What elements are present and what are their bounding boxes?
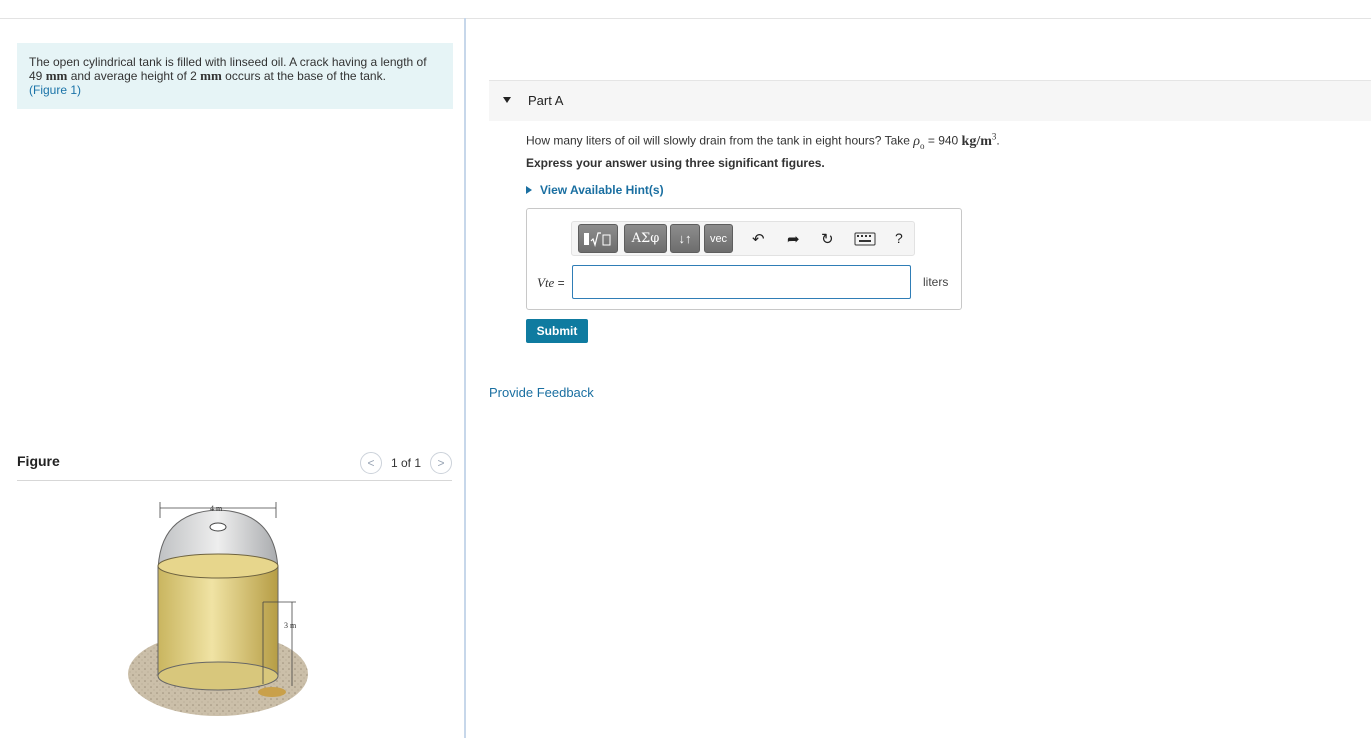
templates-button[interactable] [578,224,618,253]
answer-variable: Vte = [537,275,565,291]
problem-statement: The open cylindrical tank is filled with… [17,43,453,109]
answer-input[interactable] [572,265,911,299]
chevron-right-icon[interactable]: > [430,452,452,474]
answer-instruction: Express your answer using three signific… [526,156,825,170]
unit-mm: mm [200,68,222,83]
redo-icon[interactable]: ➦ [787,230,800,248]
rho-units: kg/m3 [961,131,997,149]
submit-button[interactable]: Submit [526,319,588,343]
chevron-left-icon[interactable]: < [359,452,382,474]
problem-height-text: and average height of 2 [67,69,201,83]
part-a-header[interactable]: Part A [489,80,1371,121]
problem-line-1: The open cylindrical tank is filled with… [29,55,427,69]
question-text: How many liters of oil will slowly drain… [526,131,1000,150]
rho-symbol: ρo [913,133,925,151]
hint-label: View Available Hint(s) [540,183,664,197]
figure-title: Figure [17,453,60,469]
tank-figure: 4 m 3 m [128,502,308,716]
figure-link[interactable]: (Figure 1) [29,83,81,97]
templates-icon [584,231,611,247]
dimension-height: 3 m [284,621,297,630]
answer-box: ΑΣφ ↓↑ vec ↶ ➦ ↻ ? Vte = liters [526,208,962,310]
equals-sign: = [554,276,565,290]
variable-symbol: Vte [537,275,555,290]
panel-divider [464,18,466,738]
part-title: Part A [528,93,564,108]
keyboard-icon[interactable] [854,232,876,246]
question-prefix: How many liters of oil will slowly drain… [526,133,914,148]
figure-header: Figure < 1 of 1 > [17,450,452,481]
rho-value: = 940 [924,133,962,148]
unit-mm: mm [45,68,68,83]
reset-icon[interactable]: ↻ [821,230,834,248]
problem-tail-text: occurs at the base of the tank. [221,69,386,83]
expand-triangle-icon [526,186,532,194]
dimension-width: 4 m [210,504,223,513]
figure-counter: 1 of 1 [390,456,421,470]
question-suffix: . [996,133,1000,148]
undo-icon[interactable]: ↶ [752,230,765,248]
problem-length-value: 49 [29,69,46,83]
view-hints-link[interactable]: View Available Hint(s) [526,183,664,197]
problem-line-2: 49 mm and average height of 2 mm occurs … [29,68,441,84]
answer-units: liters [923,275,949,289]
collapse-caret-icon[interactable] [503,97,511,103]
help-icon[interactable]: ? [895,230,903,246]
provide-feedback-link[interactable]: Provide Feedback [489,385,594,400]
greek-symbols-button[interactable]: ΑΣφ [624,224,667,253]
top-divider [0,18,1371,19]
arrows-button[interactable]: ↓↑ [670,224,700,253]
math-toolbar: ΑΣφ ↓↑ vec ↶ ➦ ↻ ? [571,221,915,256]
figure-pager: < 1 of 1 > [359,452,452,474]
vector-button[interactable]: vec [704,224,733,253]
